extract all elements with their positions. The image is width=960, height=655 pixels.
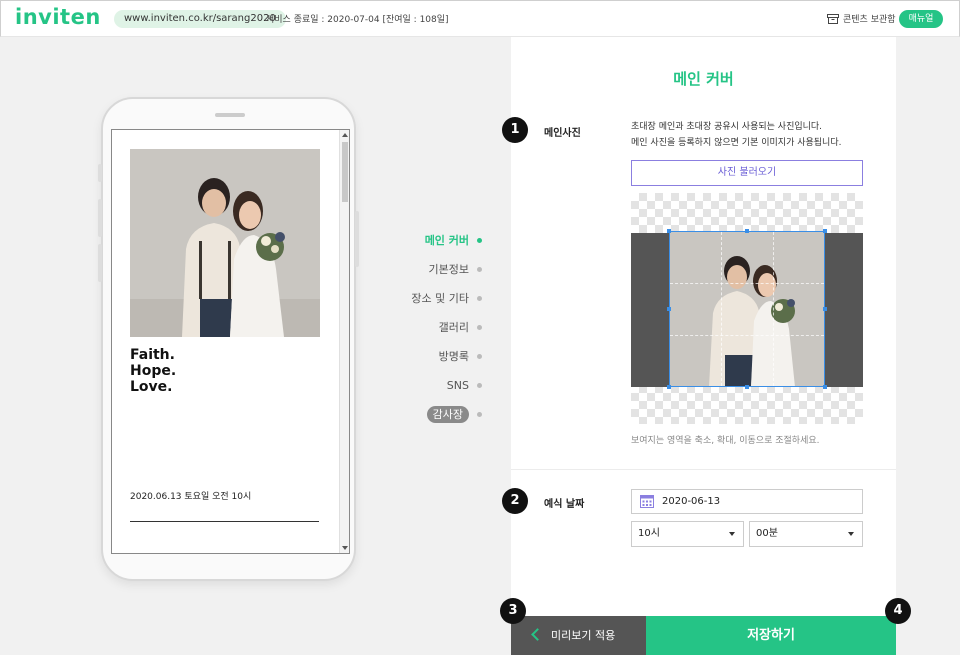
photo-crop-area[interactable] bbox=[631, 193, 863, 424]
step-guestbook[interactable]: 방명록 bbox=[439, 348, 482, 366]
preview-label: 미리보기 적용 bbox=[551, 629, 616, 642]
crop-grid-line bbox=[670, 335, 824, 336]
wedding-date-label: 예식 날짜 bbox=[544, 499, 585, 510]
service-end-info: 서비스 종료일 : 2020-07-04 [잔여일 : 108일] bbox=[266, 15, 449, 25]
phone-side-button bbox=[98, 244, 102, 282]
date-input[interactable]: 2020-06-13 bbox=[631, 489, 863, 514]
phone-side-button bbox=[355, 211, 359, 267]
invitation-url[interactable]: www.inviten.co.kr/sarang2020 bbox=[114, 10, 286, 28]
step-dot-icon bbox=[477, 353, 482, 359]
step-label: 장소 및 기타 bbox=[411, 292, 469, 305]
step-badge-4: 4 bbox=[885, 598, 911, 624]
save-button[interactable]: 저장하기 bbox=[646, 616, 896, 655]
top-header: inviten www.inviten.co.kr/sarang2020 서비스… bbox=[0, 0, 960, 37]
preview-divider bbox=[130, 521, 319, 522]
date-value: 2020-06-13 bbox=[662, 496, 721, 507]
step-place-etc[interactable]: 장소 및 기타 bbox=[411, 290, 482, 308]
crop-handle[interactable] bbox=[667, 307, 671, 311]
preview-slogan: Faith. Hope. Love. bbox=[130, 347, 176, 395]
inviten-logo[interactable]: inviten bbox=[15, 5, 101, 29]
step-dot-icon bbox=[477, 237, 482, 243]
chevron-left-icon bbox=[531, 628, 544, 641]
desc-line: 메인 사진을 등록하지 않으면 기본 이미지가 사용됩니다. bbox=[631, 138, 842, 148]
minute-value: 00분 bbox=[756, 528, 778, 539]
main-photo-label: 메인사진 bbox=[544, 128, 581, 139]
scroll-up-icon[interactable] bbox=[342, 133, 348, 137]
crop-grid-line bbox=[721, 232, 722, 386]
crop-handle[interactable] bbox=[745, 385, 749, 389]
phone-preview-frame: Faith. Hope. Love. 2020.06.13 토요일 오전 10시 bbox=[98, 97, 359, 581]
scroll-thumb[interactable] bbox=[342, 142, 348, 202]
step-label: 기본정보 bbox=[428, 263, 469, 276]
step-main-cover[interactable]: 메인 커버 bbox=[425, 232, 482, 250]
main-cover-photo bbox=[130, 149, 320, 337]
step-basic-info[interactable]: 기본정보 bbox=[429, 261, 482, 279]
editor-panel: 메인 커버 1 메인사진 초대장 메인과 초대장 공유시 사용되는 사진입니다.… bbox=[502, 37, 896, 655]
desc-line: 초대장 메인과 초대장 공유시 사용되는 사진입니다. bbox=[631, 122, 823, 132]
storage-label: 콘텐츠 보관함 bbox=[843, 15, 896, 25]
hour-value: 10시 bbox=[638, 528, 660, 539]
phone-screen[interactable]: Faith. Hope. Love. 2020.06.13 토요일 오전 10시 bbox=[111, 129, 350, 554]
step-label: 갤러리 bbox=[438, 321, 469, 334]
chevron-down-icon bbox=[729, 532, 735, 536]
load-photo-button[interactable]: 사진 불러오기 bbox=[631, 160, 863, 186]
section-divider bbox=[511, 469, 896, 470]
archive-icon bbox=[827, 13, 839, 24]
step-thank-you[interactable]: 감사장 bbox=[426, 406, 482, 424]
crop-hint: 보여지는 영역을 축소, 확대, 이동으로 조절하세요. bbox=[631, 436, 820, 446]
step-badge-3: 3 bbox=[500, 598, 526, 624]
step-dot-icon bbox=[477, 266, 482, 272]
crop-handle[interactable] bbox=[823, 307, 827, 311]
phone-speaker bbox=[215, 113, 245, 117]
crop-grid-line bbox=[773, 232, 774, 386]
step-label: SNS bbox=[446, 379, 469, 392]
phone-side-button bbox=[98, 199, 102, 237]
step-badge-2: 2 bbox=[502, 488, 528, 514]
main-photo-description: 초대장 메인과 초대장 공유시 사용되는 사진입니다. 메인 사진을 등록하지 … bbox=[631, 119, 841, 151]
slogan-line: Faith. bbox=[130, 347, 175, 363]
step-label: 메인 커버 bbox=[424, 234, 469, 247]
panel-title: 메인 커버 bbox=[673, 70, 734, 88]
step-gallery[interactable]: 갤러리 bbox=[439, 319, 482, 337]
step-dot-icon bbox=[477, 324, 482, 330]
slogan-line: Hope. bbox=[130, 363, 177, 379]
step-label: 감사장 bbox=[426, 406, 469, 423]
crop-selection-box[interactable] bbox=[667, 229, 827, 389]
preview-scrollbar[interactable] bbox=[339, 130, 349, 553]
phone-side-button bbox=[98, 164, 102, 182]
step-dot-icon bbox=[477, 295, 482, 301]
step-dot-icon bbox=[477, 411, 482, 417]
crop-handle[interactable] bbox=[667, 385, 671, 389]
preview-date: 2020.06.13 토요일 오전 10시 bbox=[130, 492, 252, 502]
step-sns[interactable]: SNS bbox=[447, 377, 482, 395]
crop-handle[interactable] bbox=[823, 385, 827, 389]
scroll-down-icon[interactable] bbox=[342, 546, 348, 550]
minute-select[interactable]: 00분 bbox=[749, 521, 863, 547]
chevron-down-icon bbox=[848, 532, 854, 536]
crop-handle[interactable] bbox=[823, 229, 827, 233]
calendar-icon[interactable] bbox=[640, 494, 654, 508]
step-label: 방명록 bbox=[438, 350, 469, 363]
hour-select[interactable]: 10시 bbox=[631, 521, 744, 547]
content-storage-link[interactable]: 콘텐츠 보관함 bbox=[827, 12, 896, 25]
apply-preview-button[interactable]: 미리보기 적용 bbox=[511, 616, 646, 655]
slogan-line: Love. bbox=[130, 379, 173, 395]
step-badge-1: 1 bbox=[502, 117, 528, 143]
step-dot-icon bbox=[477, 382, 482, 388]
manual-button[interactable]: 매뉴얼 bbox=[899, 10, 943, 28]
crop-handle[interactable] bbox=[667, 229, 671, 233]
crop-handle[interactable] bbox=[745, 229, 749, 233]
crop-grid-line bbox=[670, 283, 824, 284]
